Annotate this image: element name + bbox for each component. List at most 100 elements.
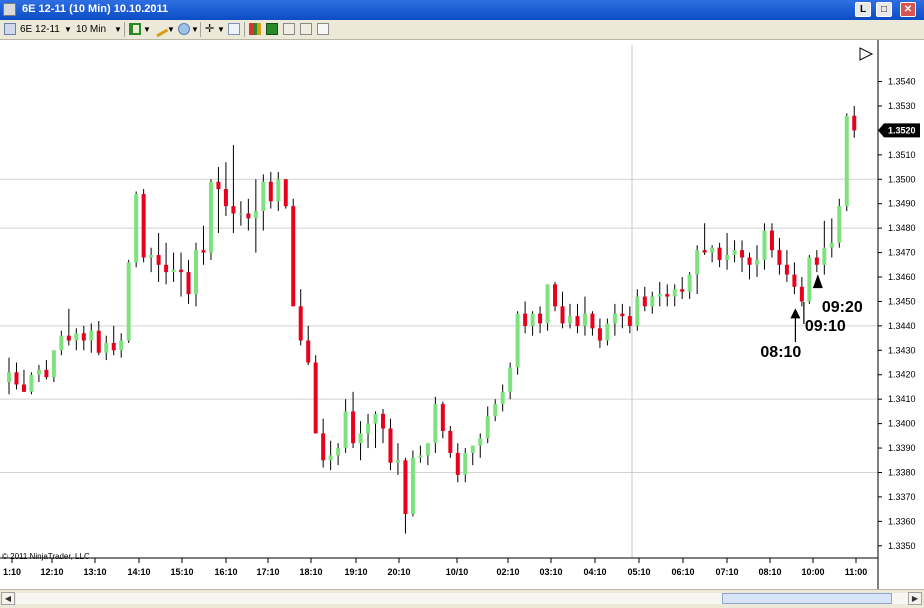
candle-body xyxy=(373,413,378,424)
bar-type-icon[interactable] xyxy=(129,23,141,35)
candle-body xyxy=(164,264,169,273)
candle-body xyxy=(231,206,236,214)
candle-body xyxy=(96,330,101,353)
pencil-icon[interactable] xyxy=(151,20,169,38)
price-label: 1.3440 xyxy=(888,321,916,331)
candle-body xyxy=(530,313,535,326)
candle-body xyxy=(455,452,460,475)
candle-body xyxy=(568,316,572,324)
candle-body xyxy=(605,323,610,341)
candles xyxy=(7,105,857,534)
close-button[interactable]: ✕ xyxy=(900,2,916,17)
candle-body xyxy=(478,438,483,446)
play-forward-icon[interactable] xyxy=(859,47,874,61)
candle-body xyxy=(433,404,438,444)
zoom-icon[interactable] xyxy=(178,23,190,35)
candle-body xyxy=(366,423,371,434)
chevron-down-icon[interactable]: ▼ xyxy=(191,23,199,36)
candle-body xyxy=(306,340,311,363)
candle-body xyxy=(328,455,333,461)
price-label: 1.3460 xyxy=(888,272,916,282)
candle-body xyxy=(627,316,632,326)
candle-body xyxy=(238,213,243,215)
candle-body xyxy=(702,250,707,253)
price-label: 1.3400 xyxy=(888,419,916,429)
candle-body xyxy=(687,274,692,292)
window-title: 6E 12-11 (10 Min) 10.10.2011 xyxy=(22,3,169,15)
candle-body xyxy=(276,179,281,202)
candle-body xyxy=(553,284,558,307)
annotation-label: 08:10 xyxy=(760,344,801,361)
price-label: 1.3470 xyxy=(888,248,916,258)
scroll-right-button[interactable]: ▶ xyxy=(908,592,922,605)
chevron-down-icon[interactable]: ▼ xyxy=(217,23,225,36)
scroll-left-button[interactable]: ◀ xyxy=(1,592,15,605)
strategies-icon[interactable] xyxy=(266,23,278,35)
price-label: 1.3530 xyxy=(888,101,916,111)
chart-properties-icon[interactable] xyxy=(4,23,16,35)
candle-body xyxy=(261,181,266,212)
time-axis[interactable]: 1:10 12:10 13:10 14:10 15:10 16:10 17:10 18:10 1… xyxy=(3,558,867,577)
candle-body xyxy=(440,404,445,431)
candle-body xyxy=(755,259,759,265)
crosshair-icon[interactable]: ✛ xyxy=(205,23,214,36)
price-label: 1.3410 xyxy=(888,394,916,404)
price-label: 1.3350 xyxy=(888,541,916,551)
candle-body xyxy=(485,416,490,439)
toolbar-divider xyxy=(200,22,201,37)
current-price-label: 1.3520 xyxy=(888,125,916,135)
price-label: 1.3500 xyxy=(888,174,916,184)
candle-body xyxy=(508,367,513,392)
copyright-text: © 2011 NinjaTrader, LLC xyxy=(2,552,90,561)
candle-body xyxy=(597,328,602,341)
candle-body xyxy=(186,272,191,295)
time-label: 10:00 xyxy=(801,567,824,577)
candle-body xyxy=(313,362,318,434)
price-axis[interactable]: 1.3540 1.3530 1.3520 1.3510 1.3500 1.3490 1.34… xyxy=(878,77,920,551)
price-chart[interactable]: 08:1009:1009:20 1.35401.35301.35201.3510… xyxy=(0,40,924,590)
chevron-down-icon[interactable]: ▼ xyxy=(167,23,175,36)
indicators-icon[interactable] xyxy=(249,23,261,35)
instrument-selector[interactable]: 6E 12-11 xyxy=(20,23,60,36)
interval-selector[interactable]: 10 Min xyxy=(76,23,106,36)
time-label: 06:10 xyxy=(671,567,694,577)
candle-body xyxy=(21,384,26,392)
window-titlebar: 6E 12-11 (10 Min) 10.10.2011 L □ ✕ xyxy=(0,0,924,20)
candle-body xyxy=(500,391,505,405)
candle-body xyxy=(523,313,528,326)
data-box-icon[interactable] xyxy=(228,23,240,35)
minimize-button[interactable]: L xyxy=(855,2,871,17)
chevron-down-icon[interactable]: ▼ xyxy=(114,23,122,36)
candle-body xyxy=(747,257,752,265)
price-label: 1.3390 xyxy=(888,443,916,453)
candle-body xyxy=(493,404,498,417)
annotation-label: 09:10 xyxy=(805,318,846,335)
candle-body xyxy=(470,445,475,453)
candle-body xyxy=(560,306,565,324)
chevron-down-icon[interactable]: ▼ xyxy=(143,23,151,36)
properties-icon[interactable] xyxy=(317,23,329,35)
candle-body xyxy=(515,313,520,368)
horizontal-scrollbar[interactable]: ◀ ▶ xyxy=(0,589,924,608)
chevron-down-icon[interactable]: ▼ xyxy=(64,23,72,36)
candle-body xyxy=(829,242,834,248)
scroll-thumb[interactable] xyxy=(722,593,892,604)
candle-body xyxy=(7,372,11,383)
time-label: 15:10 xyxy=(170,567,193,577)
candle-body xyxy=(321,433,326,461)
annotation-arrow-head xyxy=(812,274,823,289)
candle-body xyxy=(336,448,341,456)
candle-body xyxy=(291,206,296,307)
price-label: 1.3420 xyxy=(888,370,916,380)
candle-body xyxy=(665,294,670,297)
candle-body xyxy=(642,296,647,307)
candle-body xyxy=(852,115,857,131)
order-entry-icon[interactable] xyxy=(283,23,295,35)
chart-trader-icon[interactable] xyxy=(300,23,312,35)
candle-body xyxy=(171,269,176,273)
restore-button[interactable]: □ xyxy=(876,2,892,17)
candle-body xyxy=(710,247,715,253)
candlestick-chart[interactable]: 08:1009:1009:20 1.35401.35301.35201.3510… xyxy=(0,40,924,590)
candle-body xyxy=(410,457,415,515)
candle-body xyxy=(732,250,737,256)
